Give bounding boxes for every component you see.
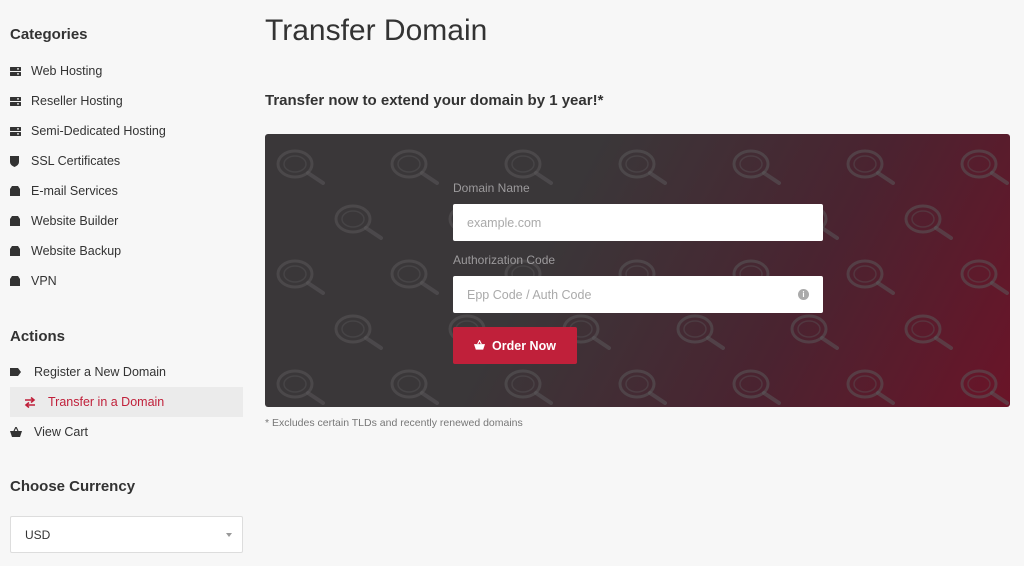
- domain-name-field[interactable]: [453, 204, 823, 241]
- sidebar-item-label: Semi-Dedicated Hosting: [31, 124, 166, 138]
- page-subtitle: Transfer now to extend your domain by 1 …: [265, 92, 604, 109]
- shield-icon: [10, 155, 31, 167]
- magnifier-pattern-mark: [732, 369, 781, 405]
- magnifier-pattern-mark: [618, 369, 667, 405]
- magnifier-pattern: [276, 149, 1009, 405]
- currency-select[interactable]: USD: [10, 516, 243, 553]
- sidebar-item-ssl-certificates[interactable]: SSL Certificates: [10, 146, 243, 176]
- magnifier-pattern-mark: [334, 314, 383, 350]
- magnifier-pattern-mark: [618, 149, 667, 185]
- tag-icon: [10, 368, 34, 376]
- sidebar-item-transfer-domain[interactable]: Transfer in a Domain: [10, 387, 243, 417]
- magnifier-pattern-mark: [846, 259, 895, 295]
- page-title: Transfer Domain: [265, 14, 488, 47]
- server-icon: [10, 96, 31, 106]
- sidebar-item-label: View Cart: [34, 425, 88, 439]
- magnifier-pattern-mark: [846, 149, 895, 185]
- transfer-arrows-icon: [24, 396, 48, 408]
- magnifier-pattern-mark: [504, 149, 553, 185]
- sidebar-item-label: SSL Certificates: [31, 154, 121, 168]
- magnifier-pattern-mark: [390, 369, 439, 405]
- box-icon: [10, 276, 31, 286]
- magnifier-pattern-mark: [960, 149, 1009, 185]
- sidebar-item-label: Website Backup: [31, 244, 122, 258]
- sidebar-item-label: VPN: [31, 274, 57, 288]
- magnifier-pattern-mark: [960, 369, 1009, 405]
- magnifier-pattern-mark: [904, 314, 953, 350]
- chevron-down-icon: [226, 532, 232, 537]
- domain-name-label: Domain Name: [453, 181, 530, 195]
- auth-code-field[interactable]: i: [453, 276, 823, 313]
- auth-code-input[interactable]: [467, 287, 798, 302]
- sidebar-item-label: Website Builder: [31, 214, 119, 228]
- sidebar-item-view-cart[interactable]: View Cart: [10, 417, 243, 447]
- sidebar-item-website-builder[interactable]: Website Builder: [10, 206, 243, 236]
- magnifier-pattern-mark: [504, 369, 553, 405]
- sidebar-item-label: Transfer in a Domain: [48, 395, 165, 409]
- magnifier-pattern-mark: [846, 369, 895, 405]
- magnifier-pattern-mark: [276, 369, 325, 405]
- order-now-label: Order Now: [492, 338, 556, 353]
- cart-icon: [474, 338, 486, 353]
- server-icon: [10, 126, 31, 136]
- actions-heading: Actions: [10, 328, 66, 345]
- sidebar-item-website-backup[interactable]: Website Backup: [10, 236, 243, 266]
- transfer-panel: Domain Name Authorization Code i Order N…: [265, 134, 1010, 407]
- box-icon: [10, 246, 31, 256]
- box-icon: [10, 216, 31, 226]
- sidebar-item-register-domain[interactable]: Register a New Domain: [10, 357, 243, 387]
- auth-code-label: Authorization Code: [453, 253, 556, 267]
- sidebar-item-label: Web Hosting: [31, 64, 103, 78]
- sidebar-item-reseller-hosting[interactable]: Reseller Hosting: [10, 86, 243, 116]
- sidebar-item-web-hosting[interactable]: Web Hosting: [10, 56, 243, 86]
- magnifier-pattern-mark: [732, 149, 781, 185]
- magnifier-pattern-mark: [390, 259, 439, 295]
- magnifier-pattern-mark: [276, 149, 325, 185]
- sidebar-item-label: Reseller Hosting: [31, 94, 123, 108]
- footnote: * Excludes certain TLDs and recently ren…: [265, 417, 523, 429]
- box-icon: [10, 186, 31, 196]
- order-now-button[interactable]: Order Now: [453, 327, 577, 364]
- magnifier-pattern-mark: [334, 204, 383, 240]
- sidebar-item-semi-dedicated-hosting[interactable]: Semi-Dedicated Hosting: [10, 116, 243, 146]
- sidebar-item-vpn[interactable]: VPN: [10, 266, 243, 296]
- sidebar-item-email-services[interactable]: E-mail Services: [10, 176, 243, 206]
- currency-select-value: USD: [25, 527, 51, 542]
- server-icon: [10, 66, 31, 76]
- magnifier-pattern-mark: [676, 314, 725, 350]
- magnifier-pattern-mark: [790, 314, 839, 350]
- cart-icon: [10, 427, 34, 437]
- magnifier-pattern-mark: [276, 259, 325, 295]
- sidebar-item-label: E-mail Services: [31, 184, 118, 198]
- domain-name-input[interactable]: [467, 215, 809, 230]
- magnifier-pattern-mark: [390, 149, 439, 185]
- info-icon[interactable]: i: [798, 289, 809, 300]
- magnifier-pattern-mark: [960, 259, 1009, 295]
- sidebar-item-label: Register a New Domain: [34, 365, 166, 379]
- categories-heading: Categories: [10, 26, 88, 43]
- magnifier-pattern-mark: [904, 204, 953, 240]
- currency-heading: Choose Currency: [10, 478, 136, 495]
